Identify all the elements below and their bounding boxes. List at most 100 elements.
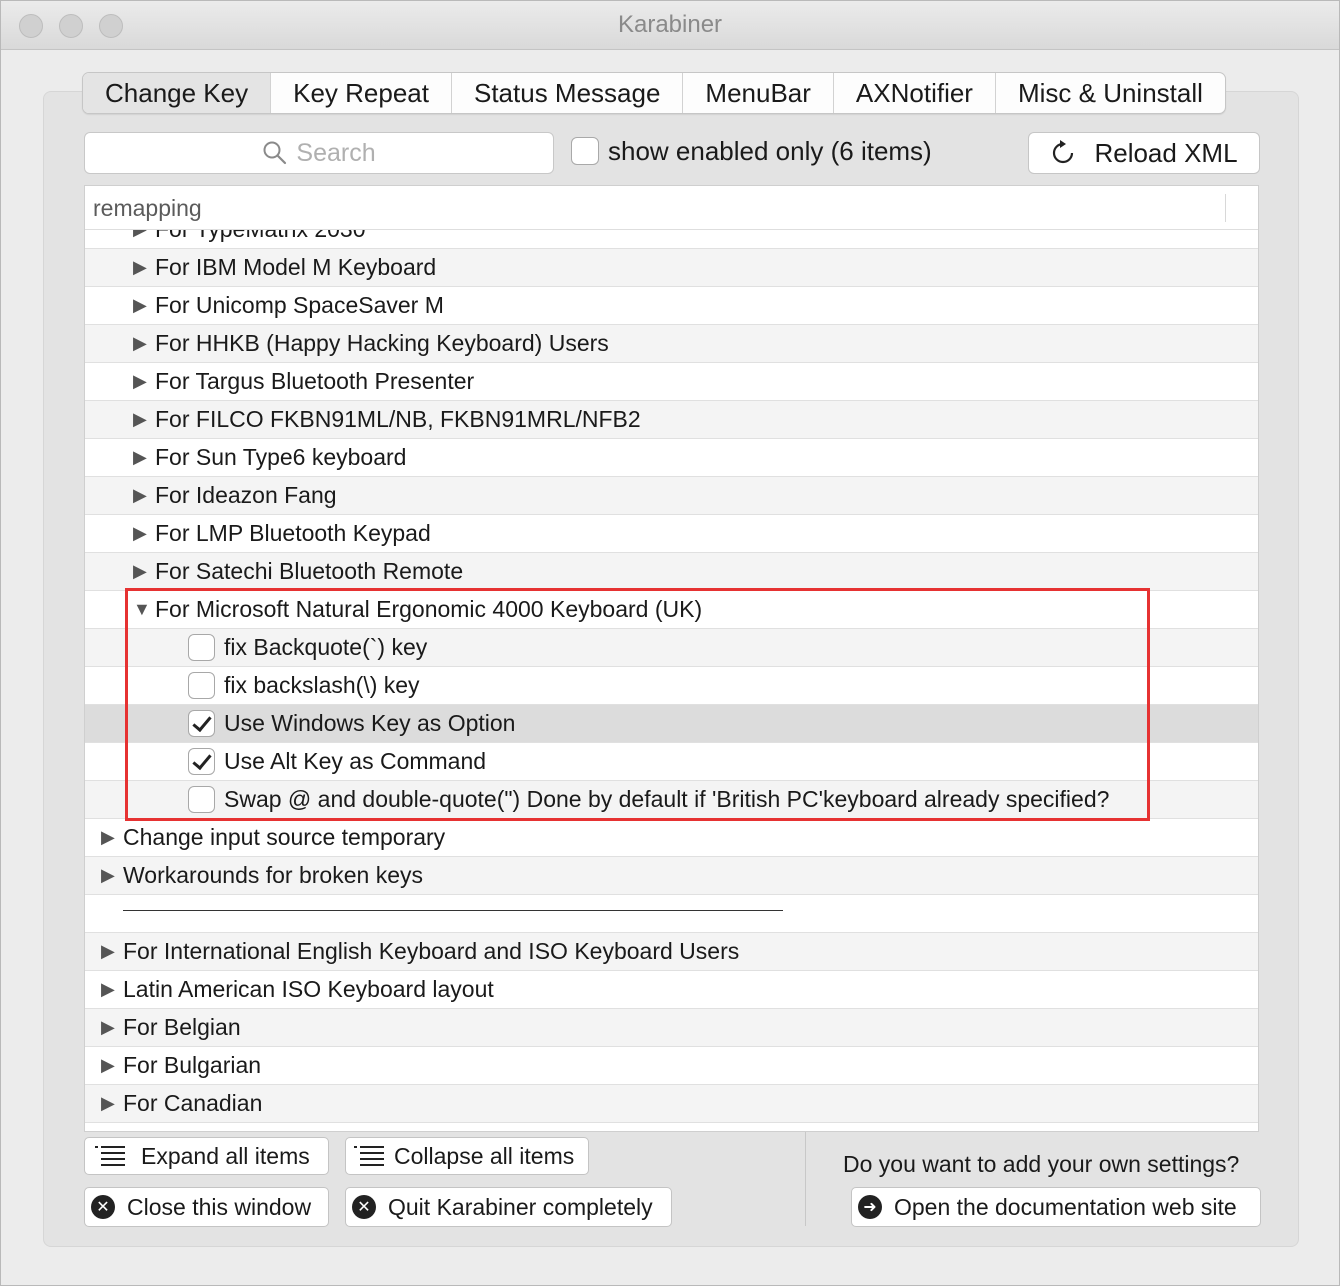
expand-all-label: Expand all items — [141, 1142, 310, 1169]
disclosure-collapsed-icon[interactable]: ▶ — [133, 295, 147, 316]
group-row[interactable]: ▼ For Microsoft Natural Ergonomic 4000 Ke… — [85, 591, 1258, 629]
option-checkbox[interactable] — [188, 786, 215, 813]
search-input[interactable]: Search — [84, 132, 554, 174]
tab-misc-uninstall[interactable]: Misc & Uninstall — [996, 73, 1225, 113]
quit-karabiner-label: Quit Karabiner completely — [388, 1193, 653, 1220]
group-row[interactable]: ▶ For Canadian — [85, 1085, 1258, 1123]
group-row[interactable]: ▶ For International English Keyboard and … — [85, 933, 1258, 971]
group-label: For FILCO FKBN91ML/NB, FKBN91MRL/NFB2 — [155, 406, 641, 432]
option-label: fix backslash(\) key — [224, 672, 420, 698]
disclosure-collapsed-icon[interactable]: ▶ — [133, 333, 147, 354]
option-row[interactable]: Use Alt Key as Command — [85, 743, 1258, 781]
collapse-all-button[interactable]: Collapse all items — [345, 1137, 589, 1175]
option-label: Swap @ and double-quote(") Done by defau… — [224, 786, 1110, 812]
group-row[interactable]: ▶ Workarounds for broken keys — [85, 857, 1258, 895]
karabiner-window: Karabiner Change Key Key Repeat Status M… — [0, 0, 1340, 1286]
group-row[interactable]: ▶ For Belgian — [85, 1009, 1258, 1047]
group-row[interactable]: ▶ For Bulgarian — [85, 1047, 1258, 1085]
group-label: Latin American ISO Keyboard layout — [123, 976, 494, 1002]
option-label: Use Alt Key as Command — [224, 748, 487, 774]
option-checkbox[interactable] — [188, 672, 215, 699]
disclosure-collapsed-icon[interactable]: ▶ — [133, 257, 147, 278]
group-label: For HHKB (Happy Hacking Keyboard) Users — [155, 330, 609, 356]
tab-bar: Change Key Key Repeat Status Message Men… — [82, 72, 1226, 114]
disclosure-collapsed-icon[interactable]: ▶ — [101, 941, 115, 962]
expand-all-button[interactable]: Expand all items — [84, 1137, 329, 1175]
list-rows: ▶For TypeMatrix 2030▶For IBM Model M Key… — [85, 211, 1258, 1123]
disclosure-collapsed-icon[interactable]: ▶ — [133, 409, 147, 430]
open-documentation-button[interactable]: ➜ Open the documentation web site — [851, 1187, 1261, 1227]
disclosure-collapsed-icon[interactable]: ▶ — [133, 371, 147, 392]
group-row[interactable]: ▶ For LMP Bluetooth Keypad — [85, 515, 1258, 553]
group-label: For Sun Type6 keyboard — [155, 444, 407, 470]
tab-status-message[interactable]: Status Message — [452, 73, 684, 113]
show-enabled-only-label: show enabled only (6 items) — [608, 136, 932, 166]
list-icon — [95, 1146, 125, 1166]
tab-key-repeat[interactable]: Key Repeat — [271, 73, 452, 113]
disclosure-collapsed-icon[interactable]: ▶ — [101, 865, 115, 886]
search-placeholder: Search — [296, 138, 376, 167]
option-row[interactable]: Swap @ and double-quote(") Done by defau… — [85, 781, 1258, 819]
reload-xml-button[interactable]: Reload XML — [1028, 132, 1260, 174]
disclosure-collapsed-icon[interactable]: ▶ — [133, 561, 147, 582]
group-row[interactable]: ▶ For Ideazon Fang — [85, 477, 1258, 515]
group-row[interactable]: ▶ Latin American ISO Keyboard layout — [85, 971, 1258, 1009]
list-header-label: remapping — [93, 195, 202, 221]
close-icon: ✕ — [91, 1195, 115, 1219]
disclosure-collapsed-icon[interactable]: ▶ — [101, 827, 115, 848]
close-icon: ✕ — [352, 1195, 376, 1219]
option-label: fix Backquote(`) key — [224, 634, 428, 660]
option-row[interactable]: fix backslash(\) key — [85, 667, 1258, 705]
divider-row — [85, 895, 1258, 933]
reload-xml-label: Reload XML — [1094, 137, 1238, 168]
disclosure-collapsed-icon[interactable]: ▶ — [101, 979, 115, 1000]
remapping-list[interactable]: remapping ▶For TypeMatrix 2030▶For IBM M… — [84, 185, 1259, 1132]
footer-separator — [805, 1132, 806, 1226]
group-row[interactable]: ▶ For HHKB (Happy Hacking Keyboard) Users — [85, 325, 1258, 363]
group-label: For Belgian — [123, 1014, 241, 1040]
list-icon — [354, 1146, 384, 1166]
tab-change-key[interactable]: Change Key — [83, 73, 272, 113]
group-label: Workarounds for broken keys — [123, 862, 423, 888]
close-window-button[interactable]: ✕ Close this window — [84, 1187, 329, 1227]
group-row[interactable]: ▶ For Sun Type6 keyboard — [85, 439, 1258, 477]
show-enabled-only-checkbox[interactable] — [571, 137, 599, 165]
group-row[interactable]: ▶ For Satechi Bluetooth Remote — [85, 553, 1258, 591]
disclosure-collapsed-icon[interactable]: ▶ — [133, 447, 147, 468]
tab-menubar[interactable]: MenuBar — [683, 73, 834, 113]
tab-axnotifier[interactable]: AXNotifier — [834, 73, 996, 113]
group-row[interactable]: ▶ For FILCO FKBN91ML/NB, FKBN91MRL/NFB2 — [85, 401, 1258, 439]
option-row[interactable]: fix Backquote(`) key — [85, 629, 1258, 667]
option-checkbox[interactable] — [188, 710, 215, 737]
group-label: For Satechi Bluetooth Remote — [155, 558, 464, 584]
group-row[interactable]: ▶ For Unicomp SpaceSaver M — [85, 287, 1258, 325]
group-label: For Canadian — [123, 1090, 263, 1116]
option-checkbox[interactable] — [188, 748, 215, 775]
divider-line — [123, 910, 783, 911]
group-label: For Unicomp SpaceSaver M — [155, 292, 444, 318]
group-label: For International English Keyboard and I… — [123, 938, 740, 964]
disclosure-collapsed-icon[interactable]: ▶ — [133, 485, 147, 506]
add-settings-question: Do you want to add your own settings? — [843, 1151, 1240, 1177]
group-label: For Targus Bluetooth Presenter — [155, 368, 475, 394]
group-row[interactable]: ▶ For IBM Model M Keyboard — [85, 249, 1258, 287]
disclosure-collapsed-icon[interactable]: ▶ — [133, 523, 147, 544]
list-header: remapping — [85, 186, 1258, 230]
group-label: For Ideazon Fang — [155, 482, 337, 508]
collapse-all-label: Collapse all items — [394, 1142, 575, 1169]
option-checkbox[interactable] — [188, 634, 215, 661]
header-separator — [1225, 194, 1226, 222]
group-label: For Microsoft Natural Ergonomic 4000 Key… — [155, 596, 703, 622]
quit-karabiner-button[interactable]: ✕ Quit Karabiner completely — [345, 1187, 672, 1227]
disclosure-expanded-icon[interactable]: ▼ — [133, 599, 151, 620]
reload-icon — [1053, 140, 1074, 164]
disclosure-collapsed-icon[interactable]: ▶ — [101, 1055, 115, 1076]
search-icon — [263, 141, 287, 165]
disclosure-collapsed-icon[interactable]: ▶ — [101, 1017, 115, 1038]
option-row[interactable]: Use Windows Key as Option — [85, 705, 1258, 743]
group-row[interactable]: ▶ Change input source temporary — [85, 819, 1258, 857]
group-label: For Bulgarian — [123, 1052, 262, 1078]
group-row[interactable]: ▶ For Targus Bluetooth Presenter — [85, 363, 1258, 401]
title-bar: Karabiner — [1, 1, 1339, 50]
disclosure-collapsed-icon[interactable]: ▶ — [101, 1093, 115, 1114]
